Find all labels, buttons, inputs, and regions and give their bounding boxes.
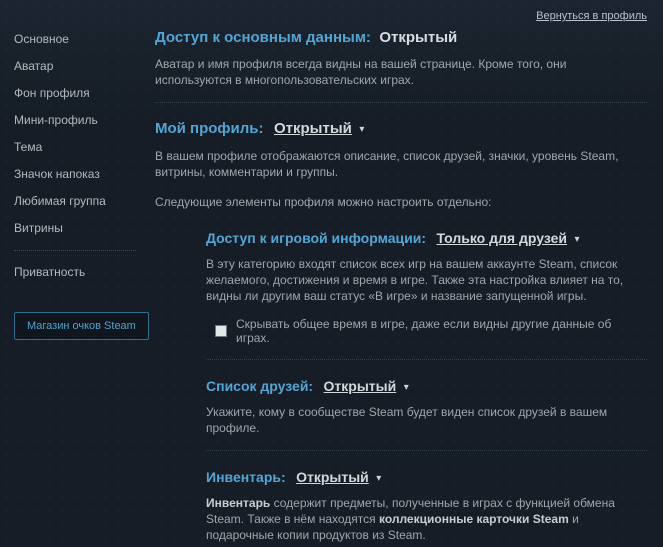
friends-list-label: Список друзей:: [206, 378, 313, 394]
section-my-profile: Мой профиль: Открытый ▾ В вашем профиле …: [155, 119, 647, 210]
friends-list-header: Список друзей: Открытый ▾: [206, 376, 647, 398]
hide-playtime-row: Скрывать общее время в игре, даже если в…: [215, 317, 647, 345]
sidebar-item-privacy[interactable]: Приватность: [14, 259, 150, 286]
section-basic-access: Доступ к основным данным: Открытый Авата…: [155, 28, 647, 88]
privacy-settings-page: Основное Аватар Фон профиля Мини-профиль…: [0, 0, 663, 547]
friends-list-visibility-value: Открытый: [324, 378, 397, 394]
friends-list-description: Укажите, кому в сообществе Steam будет в…: [206, 404, 647, 436]
sidebar-item-miniprofile[interactable]: Мини-профиль: [14, 107, 150, 134]
sidebar-item-profile-background[interactable]: Фон профиля: [14, 80, 150, 107]
inventory-visibility-value: Открытый: [296, 469, 369, 485]
caret-down-icon: ▾: [376, 473, 381, 484]
game-info-label: Доступ к игровой информации:: [206, 230, 426, 246]
caret-down-icon: ▾: [404, 382, 409, 393]
game-info-description: В эту категорию входят список всех игр н…: [206, 256, 647, 304]
my-profile-label: Мой профиль:: [155, 120, 264, 137]
basic-access-label: Доступ к основным данным:: [155, 29, 371, 46]
sidebar-item-favorite-group[interactable]: Любимая группа: [14, 188, 150, 215]
sidebar-item-featured-badge[interactable]: Значок напоказ: [14, 161, 150, 188]
game-info-header: Доступ к игровой информации: Только для …: [206, 228, 647, 250]
inventory-visibility-dropdown[interactable]: Открытый ▾: [296, 469, 381, 486]
section-divider: [206, 450, 647, 451]
sidebar-item-theme[interactable]: Тема: [14, 134, 150, 161]
section-divider: [155, 102, 647, 103]
sidebar-item-avatar[interactable]: Аватар: [14, 53, 150, 80]
sidebar: Основное Аватар Фон профиля Мини-профиль…: [0, 0, 150, 547]
caret-down-icon: ▾: [359, 124, 364, 135]
section-friends-list: Список друзей: Открытый ▾ Укажите, кому …: [206, 376, 647, 436]
friends-list-visibility-dropdown[interactable]: Открытый ▾: [324, 378, 409, 395]
section-inventory: Инвентарь: Открытый ▾ Инвентарь содержит…: [206, 467, 647, 547]
sidebar-divider: [14, 250, 136, 251]
my-profile-note: Следующие элементы профиля можно настрои…: [155, 194, 625, 210]
caret-down-icon: ▾: [574, 234, 579, 245]
my-profile-header: Мой профиль: Открытый ▾: [155, 119, 647, 140]
inventory-label: Инвентарь:: [206, 469, 286, 485]
my-profile-visibility-value: Открытый: [274, 120, 352, 137]
section-divider: [206, 359, 647, 360]
sidebar-item-main[interactable]: Основное: [14, 26, 150, 53]
basic-access-value: Открытый: [379, 29, 457, 46]
hide-playtime-label: Скрывать общее время в игре, даже если в…: [236, 317, 647, 345]
hide-playtime-checkbox[interactable]: [215, 325, 227, 337]
privacy-settings-content: Вернуться в профиль Доступ к основным да…: [150, 0, 663, 547]
my-profile-description: В вашем профиле отображаются описание, с…: [155, 148, 625, 180]
return-link-row: Вернуться в профиль: [155, 6, 647, 24]
game-info-visibility-value: Только для друзей: [436, 230, 567, 246]
section-game-info: Доступ к игровой информации: Только для …: [206, 228, 647, 345]
basic-access-header: Доступ к основным данным: Открытый: [155, 28, 647, 48]
return-to-profile-link[interactable]: Вернуться в профиль: [536, 10, 647, 22]
inventory-header: Инвентарь: Открытый ▾: [206, 467, 647, 489]
basic-access-description: Аватар и имя профиля всегда видны на ваш…: [155, 56, 625, 88]
points-shop-button[interactable]: Магазин очков Steam: [14, 312, 149, 340]
sidebar-item-showcases[interactable]: Витрины: [14, 215, 150, 242]
profile-subsections: Доступ к игровой информации: Только для …: [206, 228, 647, 547]
inventory-description: Инвентарь содержит предметы, полученные …: [206, 495, 647, 543]
game-info-visibility-dropdown[interactable]: Только для друзей ▾: [436, 230, 579, 247]
my-profile-visibility-dropdown[interactable]: Открытый ▾: [274, 120, 364, 137]
